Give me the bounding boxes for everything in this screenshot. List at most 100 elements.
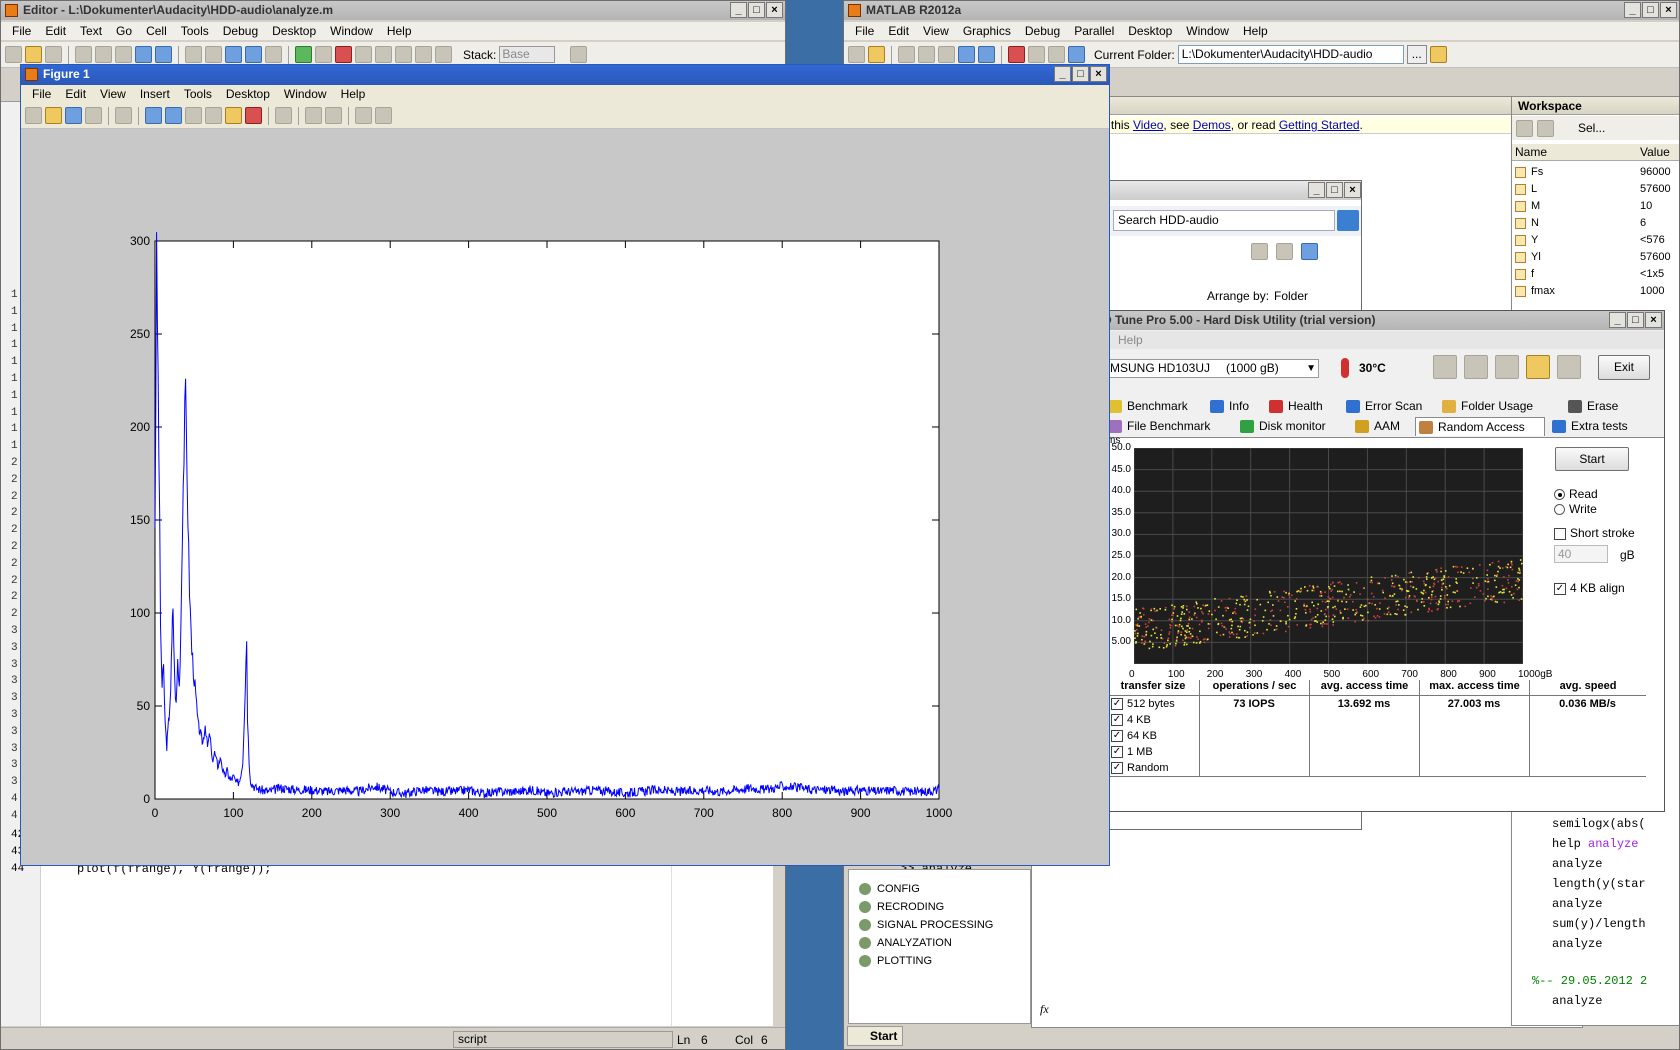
options-icon[interactable] bbox=[1526, 355, 1550, 379]
editor-menu-tools[interactable]: Tools bbox=[174, 22, 216, 40]
maximize-icon[interactable]: □ bbox=[1326, 182, 1343, 198]
brush-icon[interactable] bbox=[245, 107, 262, 124]
transfer-size-row[interactable]: ✓ 4 KB bbox=[1111, 714, 1151, 727]
hdtune-menu-help[interactable]: Help bbox=[1118, 333, 1143, 347]
read-radio[interactable]: Read bbox=[1554, 487, 1598, 501]
maximize-icon[interactable]: □ bbox=[1627, 312, 1644, 328]
history-last[interactable]: analyze bbox=[1552, 994, 1602, 1008]
new-figure-icon[interactable] bbox=[25, 107, 42, 124]
close-icon[interactable]: × bbox=[766, 2, 783, 18]
figure-menu-desktop[interactable]: Desktop bbox=[219, 85, 277, 103]
matlab-menu-graphics[interactable]: Graphics bbox=[956, 22, 1018, 40]
editor-titlebar[interactable]: Editor - L:\Dokumenter\Audacity\HDD-audi… bbox=[1, 1, 785, 20]
editor-menu-file[interactable]: File bbox=[5, 22, 38, 40]
copy-icon[interactable] bbox=[918, 46, 935, 63]
maximize-icon[interactable]: □ bbox=[748, 2, 765, 18]
forward-arrow-icon[interactable] bbox=[245, 46, 262, 63]
simulink-icon[interactable] bbox=[1008, 46, 1025, 63]
start-button[interactable]: Start bbox=[847, 1026, 903, 1046]
tab-random-access[interactable]: Random Access bbox=[1415, 417, 1545, 436]
up-folder-icon[interactable] bbox=[1429, 46, 1447, 63]
link-plot-icon[interactable] bbox=[275, 107, 292, 124]
figure-menu-edit[interactable]: Edit bbox=[58, 85, 93, 103]
show-plot-tools-icon[interactable] bbox=[375, 107, 392, 124]
open-variable-icon[interactable] bbox=[1537, 119, 1554, 137]
run-icon[interactable] bbox=[295, 46, 312, 63]
line-chart[interactable]: 0 100 200 300 400 500 600 700 800 900 1000 0 50 100 15… bbox=[21, 131, 1109, 865]
figure-titlebar[interactable]: Figure 1 _ □ × bbox=[21, 65, 1109, 85]
figure-menu-file[interactable]: File bbox=[25, 85, 58, 103]
shortcut-item[interactable]: SIGNAL PROCESSING bbox=[857, 916, 993, 934]
history-item[interactable]: help analyze bbox=[1552, 834, 1646, 854]
pan-hand-icon[interactable] bbox=[185, 107, 202, 124]
folder-browser-titlebar[interactable]: _ □ × bbox=[1101, 181, 1361, 200]
align-checkbox[interactable]: ✓ 4 KB align bbox=[1554, 581, 1625, 595]
shortcut-item[interactable]: CONFIG bbox=[857, 880, 993, 898]
matlab-menu-view[interactable]: View bbox=[916, 22, 956, 40]
tab-benchmark[interactable]: Benchmark bbox=[1105, 397, 1188, 416]
undo-icon[interactable] bbox=[135, 46, 152, 63]
history-item[interactable]: analyze bbox=[1552, 894, 1646, 914]
step-in-icon[interactable] bbox=[375, 46, 392, 63]
editor-menu-debug[interactable]: Debug bbox=[216, 22, 265, 40]
print-figure-icon[interactable] bbox=[85, 107, 102, 124]
matlab-menu-debug[interactable]: Debug bbox=[1018, 22, 1067, 40]
back-arrow-icon[interactable] bbox=[225, 46, 242, 63]
new-file-icon[interactable] bbox=[848, 46, 865, 63]
col-value[interactable]: Value bbox=[1640, 144, 1670, 160]
profiler-icon[interactable] bbox=[1048, 46, 1065, 63]
redo-icon[interactable] bbox=[155, 46, 172, 63]
preview-pane-icon[interactable] bbox=[1276, 243, 1293, 260]
download-arrow-icon[interactable] bbox=[1557, 355, 1581, 379]
close-icon[interactable]: × bbox=[1660, 2, 1677, 18]
minimize-icon[interactable]: _ bbox=[730, 2, 747, 18]
transfer-size-row[interactable]: ✓ Random bbox=[1111, 762, 1169, 775]
insert-colorbar-icon[interactable] bbox=[305, 107, 322, 124]
matlab-titlebar[interactable]: MATLAB R2012a _ □ × bbox=[844, 1, 1679, 20]
figure-menu-view[interactable]: View bbox=[93, 85, 133, 103]
continue-icon[interactable] bbox=[415, 46, 432, 63]
zoom-out-icon[interactable] bbox=[165, 107, 182, 124]
minimize-icon[interactable]: _ bbox=[1054, 66, 1071, 82]
current-folder-input[interactable]: L:\Dokumenter\Audacity\HDD-audio bbox=[1177, 45, 1404, 64]
history-item[interactable]: sum(y)/length bbox=[1552, 914, 1646, 934]
folder-search-input[interactable]: Search HDD-audio bbox=[1113, 210, 1335, 231]
workspace-row[interactable]: Yl 57600 bbox=[1512, 249, 1679, 266]
save-icon[interactable] bbox=[45, 46, 62, 63]
command-window-titlebar[interactable]: indow bbox=[1032, 97, 1582, 115]
workspace-row[interactable]: Fs 96000 bbox=[1512, 164, 1679, 181]
new-file-icon[interactable] bbox=[5, 46, 22, 63]
fx-icon[interactable] bbox=[570, 46, 588, 63]
open-file-icon[interactable] bbox=[45, 107, 62, 124]
shortcut-item[interactable]: RECRODING bbox=[857, 898, 993, 916]
workspace-row[interactable]: L 57600 bbox=[1512, 181, 1679, 198]
workspace-row[interactable]: Y <576 bbox=[1512, 232, 1679, 249]
matlab-menu-window[interactable]: Window bbox=[1179, 22, 1236, 40]
search-icon[interactable] bbox=[1337, 210, 1359, 231]
matlab-menu-help[interactable]: Help bbox=[1236, 22, 1275, 40]
history-item[interactable]: analyze bbox=[1552, 854, 1646, 874]
history-item[interactable]: length(y(star bbox=[1552, 874, 1646, 894]
save-icon[interactable] bbox=[1495, 355, 1519, 379]
step-icon[interactable] bbox=[355, 46, 372, 63]
breakpoint-icon[interactable] bbox=[315, 46, 332, 63]
copy-info-icon[interactable] bbox=[1433, 355, 1457, 379]
shortcut-item[interactable]: PLOTTING bbox=[857, 952, 993, 970]
data-cursor-icon[interactable] bbox=[225, 107, 242, 124]
help-circle-icon[interactable] bbox=[1301, 243, 1318, 260]
new-variable-icon[interactable] bbox=[1516, 119, 1533, 137]
tab-file-benchmark[interactable]: File Benchmark bbox=[1105, 417, 1210, 436]
select-plot-button[interactable]: Sel... bbox=[1558, 121, 1605, 135]
editor-menu-help[interactable]: Help bbox=[380, 22, 419, 40]
cut-icon[interactable] bbox=[898, 46, 915, 63]
matlab-menu-edit[interactable]: Edit bbox=[881, 22, 916, 40]
shortcut-item[interactable]: ANALYZATION bbox=[857, 934, 993, 952]
history-item[interactable]: analyze bbox=[1552, 934, 1646, 954]
open-folder-icon[interactable] bbox=[25, 46, 42, 63]
col-name[interactable]: Name bbox=[1515, 144, 1547, 160]
edit-plot-arrow-icon[interactable] bbox=[115, 107, 132, 124]
find-icon[interactable] bbox=[205, 46, 222, 63]
copy-screen-icon[interactable] bbox=[1464, 355, 1488, 379]
tab-health[interactable]: Health bbox=[1266, 397, 1323, 416]
editor-menu-cell[interactable]: Cell bbox=[139, 22, 174, 40]
